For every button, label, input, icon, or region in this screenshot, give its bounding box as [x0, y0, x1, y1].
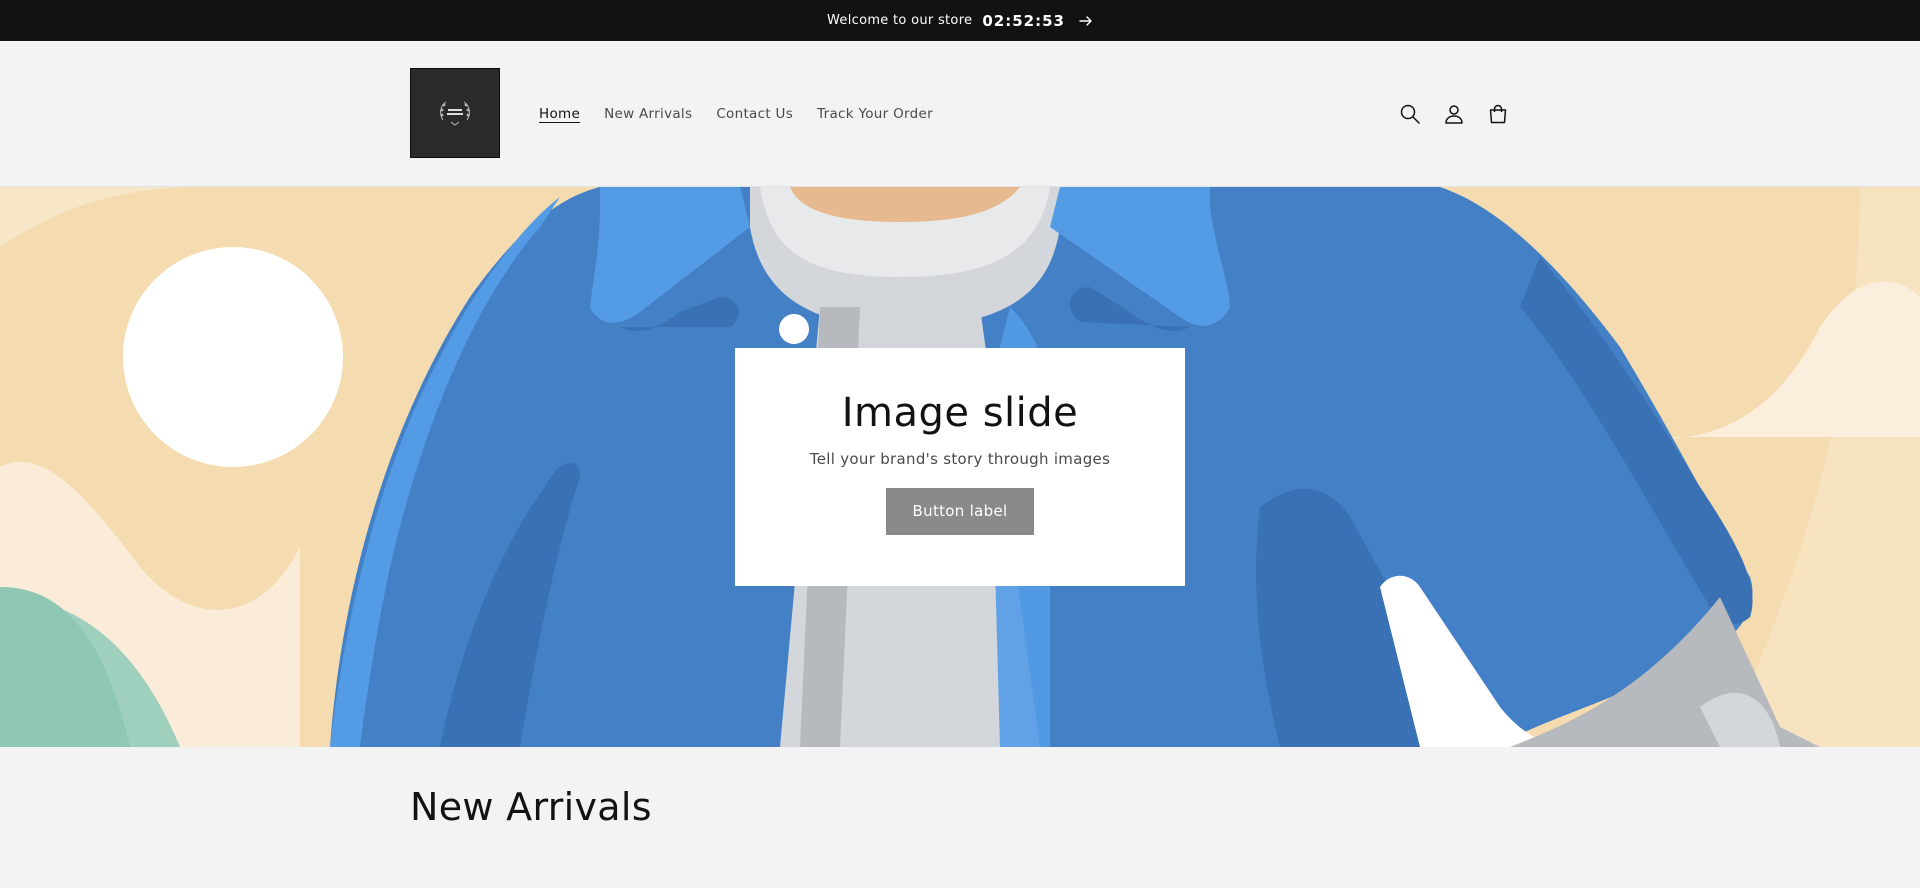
slide-title: Image slide [841, 390, 1079, 436]
account-icon[interactable] [1432, 92, 1476, 136]
announcement-bar: Welcome to our store 02:52:53 [0, 0, 1920, 41]
nav-new-arrivals[interactable]: New Arrivals [604, 106, 692, 122]
slide-content-box: Image slide Tell your brand's story thro… [735, 348, 1185, 586]
cart-icon[interactable] [1476, 92, 1520, 136]
store-logo[interactable] [410, 68, 500, 158]
announcement-text: Welcome to our store [827, 13, 973, 28]
countdown-timer: 02:52:53 [982, 11, 1065, 30]
search-icon[interactable] [1388, 92, 1432, 136]
main-navigation: Home New Arrivals Contact Us Track Your … [539, 41, 957, 187]
site-header: Home New Arrivals Contact Us Track Your … [0, 41, 1920, 187]
nav-home[interactable]: Home [539, 106, 580, 122]
hero-slideshow: Image slide Tell your brand's story thro… [0, 187, 1920, 747]
nav-track-your-order[interactable]: Track Your Order [817, 106, 933, 122]
logo-wreath-icon [440, 101, 470, 126]
new-arrivals-heading: New Arrivals [410, 785, 652, 829]
nav-contact-us[interactable]: Contact Us [716, 106, 793, 122]
arrow-right-icon[interactable] [1079, 15, 1093, 27]
slide-cta-button[interactable]: Button label [886, 488, 1034, 535]
header-icons [1388, 41, 1520, 187]
slide-subtitle: Tell your brand's story through images [809, 450, 1111, 468]
